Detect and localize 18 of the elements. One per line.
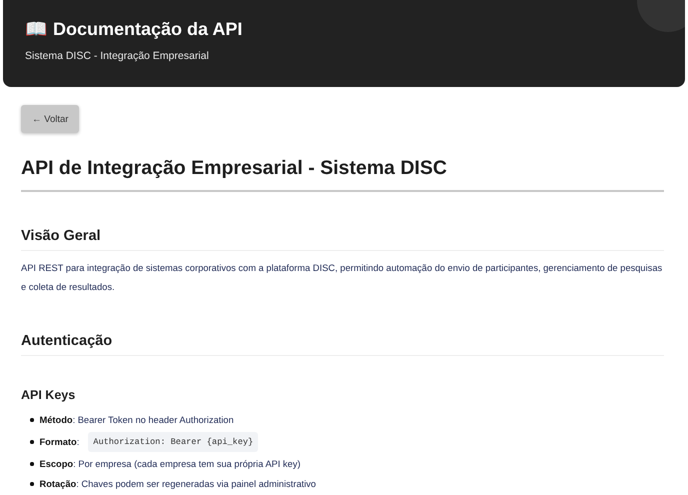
- bullet-icon: [30, 418, 34, 422]
- subsection-heading: API Keys: [21, 388, 76, 402]
- bullet-icon: [30, 462, 34, 466]
- section-heading: Autenticação: [21, 333, 664, 356]
- section-heading: Visão Geral: [21, 228, 664, 251]
- header-subtitle: Sistema DISC - Integração Empresarial: [25, 50, 210, 62]
- list-item-label: Formato:: [40, 436, 80, 449]
- page-title: API de Integração Empresarial - Sistema DISC: [21, 157, 664, 192]
- list-item-text: Rotação: Chaves podem ser regeneradas via painel administrativo: [40, 478, 316, 491]
- bullet-icon: [30, 440, 34, 444]
- header-title: Documentação da API: [53, 18, 242, 40]
- back-button[interactable]: ← Voltar: [21, 105, 80, 133]
- code-snippet: Authorization: Bearer {api_key}: [88, 432, 258, 452]
- list-item-text: Método: Bearer Token no header Authorization: [40, 414, 234, 427]
- list-item-text: Escopo: Por empresa (cada empresa tem sua própria API key): [40, 458, 300, 471]
- book-icon: 📖: [25, 18, 47, 40]
- bullet-icon: [30, 482, 34, 486]
- section-paragraph: API REST para integração de sistemas corporativos com a plataforma DISC, permitindo automação do envio de participantes, gerenciamento de pesquisas e coleta de resultados.: [21, 262, 664, 294]
